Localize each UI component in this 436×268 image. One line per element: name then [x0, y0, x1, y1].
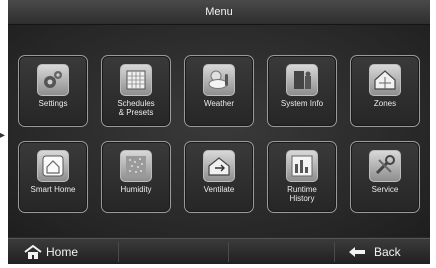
zones-house-icon	[369, 64, 401, 96]
tile-settings[interactable]: Settings	[18, 55, 88, 127]
back-arrow-icon	[349, 247, 365, 257]
thermostat-screen: Menu Settings Schedules & Presets Weathe…	[8, 0, 430, 264]
ventilate-icon	[203, 150, 235, 182]
tile-label: Humidity	[120, 185, 152, 194]
home-button[interactable]: Home	[14, 239, 118, 264]
tile-weather[interactable]: Weather	[184, 55, 254, 127]
back-button[interactable]: Back	[338, 239, 428, 264]
tile-system-info[interactable]: System Info	[267, 55, 337, 127]
home-icon	[24, 245, 42, 259]
service-tools-icon	[369, 150, 401, 182]
humidity-icon	[120, 150, 152, 182]
tile-label: Smart Home	[30, 185, 76, 194]
page-title: Menu	[205, 6, 233, 18]
menu-grid: Settings Schedules & Presets Weather Sys…	[18, 55, 420, 213]
bottom-bar: Home Back	[8, 238, 430, 264]
calendar-icon	[120, 64, 152, 96]
tile-schedules-presets[interactable]: Schedules & Presets	[101, 55, 171, 127]
side-arrow-icon: ▸	[0, 130, 6, 141]
tile-label: Ventilate	[203, 185, 235, 194]
divider	[118, 242, 119, 262]
title-bar: Menu	[8, 0, 430, 25]
tile-label: Weather	[203, 99, 235, 108]
tile-label: Service	[371, 185, 399, 194]
gears-icon	[37, 64, 69, 96]
back-label: Back	[374, 245, 401, 259]
divider	[228, 242, 229, 262]
tile-smart-home[interactable]: Smart Home	[18, 141, 88, 213]
tile-zones[interactable]: Zones	[350, 55, 420, 127]
tile-runtime-history[interactable]: Runtime History	[267, 141, 337, 213]
bar-chart-icon	[286, 150, 318, 182]
weather-icon	[203, 64, 235, 96]
tile-label: Schedules & Presets	[117, 99, 155, 117]
menu-panel: Settings Schedules & Presets Weather Sys…	[8, 25, 430, 237]
tile-label: Zones	[373, 99, 397, 108]
tile-humidity[interactable]: Humidity	[101, 141, 171, 213]
tile-label: Runtime History	[287, 185, 317, 203]
system-info-icon	[286, 64, 318, 96]
tile-label: System Info	[280, 99, 324, 108]
smart-home-icon	[37, 150, 69, 182]
tile-service[interactable]: Service	[350, 141, 420, 213]
divider	[334, 242, 335, 262]
tile-ventilate[interactable]: Ventilate	[184, 141, 254, 213]
tile-label: Settings	[38, 99, 68, 108]
home-label: Home	[46, 245, 79, 259]
